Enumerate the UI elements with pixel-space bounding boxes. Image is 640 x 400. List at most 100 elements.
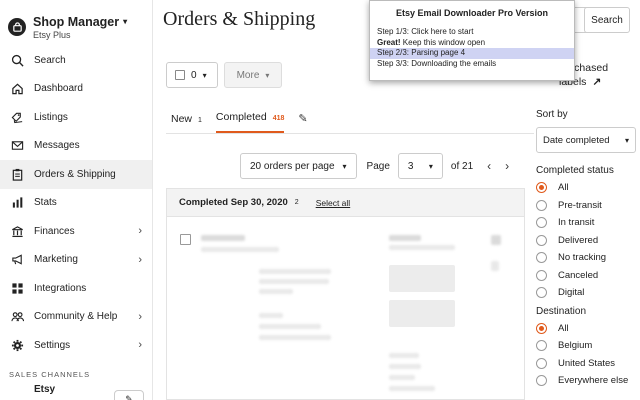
sidebar-item-label: Listings <box>34 111 68 123</box>
option-label: Belgium <box>558 340 593 352</box>
caret-down-icon: ▾ <box>342 161 347 171</box>
chevron-right-icon[interactable]: › <box>505 159 509 173</box>
status-option[interactable]: Canceled <box>536 267 640 285</box>
destination-heading: Destination <box>536 305 587 317</box>
page-number-value: 3 <box>407 160 414 172</box>
selected-count: 0 <box>191 69 197 81</box>
megaphone-icon <box>10 253 24 267</box>
caret-down-icon: ▾ <box>428 161 433 171</box>
bulk-select-dropdown[interactable]: 0 ▾ <box>166 62 218 88</box>
option-label: United States <box>558 357 616 369</box>
page-number-dropdown[interactable]: 3 ▾ <box>397 153 443 179</box>
search-button[interactable]: Search <box>584 7 630 33</box>
sidebar-item-integrations[interactable]: Integrations <box>0 274 152 303</box>
sidebar-item-finances[interactable]: Finances › <box>0 217 152 246</box>
blurred-tracking-box <box>389 265 455 292</box>
status-option[interactable]: In transit <box>536 214 640 232</box>
option-label: Digital <box>558 287 585 299</box>
sidebar-item-search[interactable]: Search <box>0 46 152 75</box>
radio-button[interactable] <box>536 199 547 211</box>
sidebar-nav: Search Dashboard Listings Messages Order… <box>0 46 152 360</box>
sidebar-item-label: Stats <box>34 197 57 209</box>
tab-completed[interactable]: Completed 418 <box>215 111 285 133</box>
blurred-item-line <box>259 335 331 340</box>
step-start-link[interactable]: Step 1/3: Click here to start <box>370 27 574 38</box>
sort-heading: Sort by <box>536 109 568 120</box>
search-icon <box>10 53 24 67</box>
sidebar-item-dashboard[interactable]: Dashboard <box>0 75 152 104</box>
edit-tabs-pencil-icon[interactable]: ✎ <box>298 112 307 133</box>
radio-button[interactable] <box>536 340 547 352</box>
radio-button[interactable] <box>536 182 547 194</box>
order-checkbox[interactable] <box>180 234 191 245</box>
pagination: 20 orders per page ▾ Page 3 ▾ of 21 ‹ › <box>240 153 509 179</box>
bar-chart-icon <box>10 196 24 210</box>
order-group-count: 2 <box>294 199 299 206</box>
destination-option[interactable]: Belgium <box>536 337 640 355</box>
status-option[interactable]: Delivered <box>536 232 640 250</box>
tab-label: Completed <box>215 111 267 123</box>
blurred-ship-to <box>389 353 419 358</box>
more-actions-button[interactable]: More ▾ <box>224 62 282 88</box>
shop-switcher[interactable]: Shop Manager ▾ Etsy Plus <box>0 0 152 44</box>
step-parsing: Step 2/3: Parsing page 4 <box>370 48 574 59</box>
chevron-right-icon: › <box>138 339 142 352</box>
clipboard-icon <box>10 167 24 181</box>
sidebar-item-settings[interactable]: Settings › <box>0 331 152 360</box>
sort-dropdown[interactable]: Date completed ▾ <box>536 127 636 153</box>
page-title: Orders & Shipping <box>163 8 316 30</box>
radio-button[interactable] <box>536 375 547 387</box>
step-great-bold: Great! <box>377 37 401 47</box>
radio-button[interactable] <box>536 269 547 281</box>
per-page-dropdown[interactable]: 20 orders per page ▾ <box>240 153 357 179</box>
sidebar-item-orders-shipping[interactable]: Orders & Shipping <box>0 160 152 189</box>
sidebar-item-label: Search <box>34 54 66 66</box>
chevron-left-icon[interactable]: ‹ <box>487 159 491 173</box>
gear-icon <box>10 338 24 352</box>
option-label: Pre-transit <box>558 199 602 211</box>
status-option[interactable]: Digital <box>536 284 640 302</box>
order-group-title: Completed Sep 30, 2020 <box>179 197 288 208</box>
radio-button[interactable] <box>536 217 547 229</box>
radio-button[interactable] <box>536 322 547 334</box>
destination-option[interactable]: All <box>536 320 640 338</box>
sidebar-item-label: Dashboard <box>34 83 83 95</box>
step-keep-open: Great! Keep this window open <box>370 38 574 49</box>
destination-option[interactable]: United States <box>536 355 640 373</box>
sales-channel-label: Etsy <box>34 383 56 395</box>
radio-button[interactable] <box>536 234 547 246</box>
sidebar-item-label: Community & Help <box>34 311 118 323</box>
sidebar-item-messages[interactable]: Messages <box>0 132 152 161</box>
sidebar-item-stats[interactable]: Stats <box>0 189 152 218</box>
sidebar: Shop Manager ▾ Etsy Plus Search Dashboard… <box>0 0 153 400</box>
blurred-icon <box>491 261 499 271</box>
status-option[interactable]: No tracking <box>536 249 640 267</box>
blurred-tracking-box <box>389 300 455 327</box>
radio-button[interactable] <box>536 357 547 369</box>
sidebar-item-marketing[interactable]: Marketing › <box>0 246 152 275</box>
page-label: Page <box>366 160 390 172</box>
blurred-item-line <box>259 279 329 284</box>
sidebar-item-label: Orders & Shipping <box>34 168 116 180</box>
caret-down-icon: ▾ <box>123 17 128 26</box>
tags-icon <box>10 110 24 124</box>
destination-option[interactable]: Everywhere else <box>536 372 640 390</box>
sidebar-item-listings[interactable]: Listings <box>0 103 152 132</box>
option-label: All <box>558 182 569 194</box>
select-all-link[interactable]: Select all <box>316 198 351 208</box>
status-option[interactable]: Pre-transit <box>536 197 640 215</box>
more-label: More <box>236 69 260 81</box>
page-total: of 21 <box>450 160 474 172</box>
status-option[interactable]: All <box>536 179 640 197</box>
chevron-right-icon: › <box>138 225 142 238</box>
envelope-icon <box>10 139 24 153</box>
tab-new[interactable]: New 1 <box>171 113 202 133</box>
select-all-checkbox[interactable] <box>175 70 185 80</box>
caret-down-icon: ▾ <box>624 135 629 145</box>
step-downloading: Step 3/3: Downloading the emails <box>377 58 497 68</box>
radio-button[interactable] <box>536 252 547 264</box>
radio-button[interactable] <box>536 287 547 299</box>
pencil-icon: ✎ <box>125 393 133 400</box>
sidebar-item-community-help[interactable]: Community & Help › <box>0 303 152 332</box>
edit-channel-button[interactable]: ✎ <box>114 390 144 400</box>
